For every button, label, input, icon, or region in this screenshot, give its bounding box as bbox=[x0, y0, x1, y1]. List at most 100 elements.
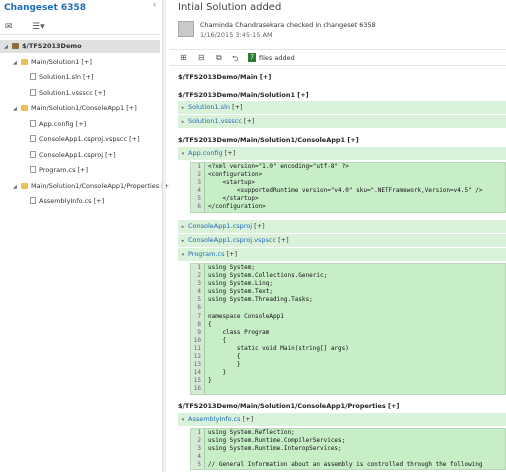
expand-arrow-icon[interactable]: ◢ bbox=[13, 57, 21, 70]
code-line: 1 using System.Reflection; bbox=[191, 429, 505, 438]
compare-icon[interactable]: ⧉ bbox=[216, 53, 222, 63]
history-icon[interactable]: ⮌ bbox=[232, 53, 238, 67]
code-text: using System.Runtime.InteropServices; bbox=[208, 445, 342, 453]
line-number: 1 bbox=[191, 429, 205, 438]
code-line: 1 using System; bbox=[191, 264, 505, 273]
code-line: 11 static void Main(string[] args) bbox=[191, 344, 505, 354]
tree-item[interactable]: AssemblyInfo.cs [+] bbox=[0, 195, 160, 208]
tree-item-label: AssemblyInfo.cs [+] bbox=[39, 197, 105, 205]
line-number: 15 bbox=[191, 377, 205, 386]
file-row[interactable]: ▾ AssemblyInfo.cs [+] bbox=[178, 413, 506, 426]
folder-path: $/TFS2013Demo/Main/Solution1/ConsoleApp1… bbox=[178, 136, 359, 144]
collapsed-arrow-icon[interactable]: ▸ bbox=[178, 116, 188, 129]
collapsed-arrow-icon[interactable]: ▸ bbox=[178, 102, 188, 115]
code-text: using System.Runtime.CompilerServices; bbox=[208, 437, 346, 445]
tree-item[interactable]: Solution1.vssscc [+] bbox=[0, 87, 160, 100]
tree-item[interactable]: Solution1.sln [+] bbox=[0, 71, 160, 84]
file-link[interactable]: Solution1.sln bbox=[188, 103, 230, 111]
tree-item-label: App.config [+] bbox=[39, 119, 87, 128]
file-row[interactable]: ▸ Solution1.sln [+] bbox=[178, 101, 506, 114]
checkin-date: 1/16/2015 3:45:15 AM bbox=[200, 31, 273, 39]
file-link[interactable]: Solution1.vssscc bbox=[188, 117, 242, 125]
tree-item-label: ConsoleApp1.csproj.vspscc [+] bbox=[39, 135, 140, 143]
tree-item-label: Main/Solution1/ConsoleApp1 [+] bbox=[31, 104, 137, 112]
tree-item[interactable]: ◢ Main/Solution1 [+] bbox=[0, 56, 160, 69]
file-row[interactable]: ▾ Program.cs [+] bbox=[178, 248, 506, 261]
expanded-arrow-icon[interactable]: ▾ bbox=[178, 148, 188, 161]
tree-item-label: Main/Solution1 [+] bbox=[31, 57, 92, 66]
file-change-type: [+] bbox=[230, 103, 243, 111]
file-icon bbox=[30, 88, 36, 96]
code-text: } bbox=[208, 369, 227, 377]
file-link[interactable]: App.config bbox=[188, 149, 223, 157]
file-row[interactable]: ▸ ConsoleApp1.csproj [+] bbox=[178, 220, 506, 233]
line-number: 13 bbox=[191, 361, 205, 370]
file-change-type: [+] bbox=[240, 415, 254, 423]
line-number: 3 bbox=[191, 280, 205, 289]
code-line: 14 } bbox=[191, 369, 505, 378]
tree-item[interactable]: ◢ $/TFS2013Demo bbox=[0, 40, 160, 53]
file-row[interactable]: ▸ Solution1.vssscc [+] bbox=[178, 115, 506, 128]
file-row[interactable]: ▾ App.config [+] bbox=[178, 147, 506, 160]
collapsed-arrow-icon[interactable]: ▸ bbox=[178, 221, 188, 234]
code-line: 6 </configuration> bbox=[191, 203, 505, 212]
line-number: 12 bbox=[191, 353, 205, 362]
tree-item[interactable]: ◢ Main/Solution1/ConsoleApp1/Properties [… bbox=[0, 180, 169, 194]
file-change-type: [+] bbox=[241, 117, 255, 125]
folder-icon bbox=[21, 105, 28, 111]
file-link[interactable]: ConsoleApp1.csproj.vspscc bbox=[188, 236, 276, 244]
line-number: 1 bbox=[191, 163, 205, 172]
line-number: 16 bbox=[191, 385, 205, 394]
code-line: 5 </startup> bbox=[191, 195, 505, 204]
expand-arrow-icon[interactable]: ◢ bbox=[13, 181, 21, 194]
expand-arrow-icon[interactable]: ◢ bbox=[13, 103, 21, 116]
line-number: 4 bbox=[191, 288, 205, 297]
file-link[interactable]: Program.cs bbox=[188, 250, 224, 258]
file-link[interactable]: AssemblyInfo.cs bbox=[188, 415, 241, 423]
tree-item[interactable]: ConsoleApp1.csproj [+] bbox=[0, 149, 160, 162]
code-line: 3 using System.Linq; bbox=[191, 280, 505, 289]
tree-item[interactable]: App.config [+] bbox=[0, 118, 160, 131]
folder-path: $/TFS2013Demo/Main [+] bbox=[178, 73, 272, 81]
collapsed-arrow-icon[interactable]: ▸ bbox=[178, 235, 188, 248]
code-line: 15} bbox=[191, 377, 505, 386]
collapse-all-icon[interactable]: ⊟ bbox=[198, 53, 205, 62]
changeset-title: Changeset 6358 bbox=[4, 3, 86, 13]
file-icon bbox=[30, 197, 36, 204]
expand-arrow-icon[interactable]: ◢ bbox=[4, 41, 12, 54]
view-options-icon[interactable]: ☰▾ bbox=[32, 22, 45, 33]
tree-item[interactable]: ConsoleApp1.csproj.vspscc [+] bbox=[0, 133, 160, 146]
panel-splitter[interactable] bbox=[162, 0, 166, 472]
line-number: 2 bbox=[191, 171, 205, 180]
tree-item-label: Solution1.vssscc [+] bbox=[39, 88, 106, 97]
file-link[interactable]: ConsoleApp1.csproj bbox=[188, 222, 252, 230]
file-change-type: [+] bbox=[222, 149, 236, 157]
code-text: using System.Collections.Generic; bbox=[208, 272, 328, 280]
line-number: 2 bbox=[191, 437, 205, 446]
line-number: 5 bbox=[191, 195, 205, 204]
expanded-arrow-icon[interactable]: ▾ bbox=[178, 249, 188, 262]
tree-item-label: $/TFS2013Demo bbox=[22, 42, 82, 50]
tree-item[interactable]: ◢ Main/Solution1/ConsoleApp1 [+] bbox=[0, 102, 160, 115]
tree-item-label: Program.cs [+] bbox=[39, 166, 89, 174]
code-text: using System.Text; bbox=[208, 288, 274, 296]
team-project-icon bbox=[12, 43, 19, 49]
collapse-panel-icon[interactable]: ‹ bbox=[153, 0, 156, 9]
line-number: 6 bbox=[191, 203, 205, 212]
expand-all-icon[interactable]: ⊞ bbox=[180, 53, 187, 62]
tree-item[interactable]: Program.cs [+] bbox=[0, 164, 160, 177]
line-number: 10 bbox=[191, 336, 205, 345]
mail-icon[interactable]: ✉ bbox=[5, 22, 13, 33]
code-line: 3 <startup> bbox=[191, 179, 505, 188]
code-line: 6 bbox=[191, 304, 505, 313]
code-line: 8{ bbox=[191, 320, 505, 329]
code-text: <?xml version="1.0" encoding="utf-8" ?> bbox=[208, 163, 349, 170]
line-number: 14 bbox=[191, 369, 205, 378]
expanded-arrow-icon[interactable]: ▾ bbox=[178, 414, 188, 427]
code-text: class Program bbox=[208, 328, 270, 336]
avatar bbox=[178, 21, 194, 37]
file-icon bbox=[30, 119, 36, 127]
file-row[interactable]: ▸ ConsoleApp1.csproj.vspscc [+] bbox=[178, 234, 506, 247]
